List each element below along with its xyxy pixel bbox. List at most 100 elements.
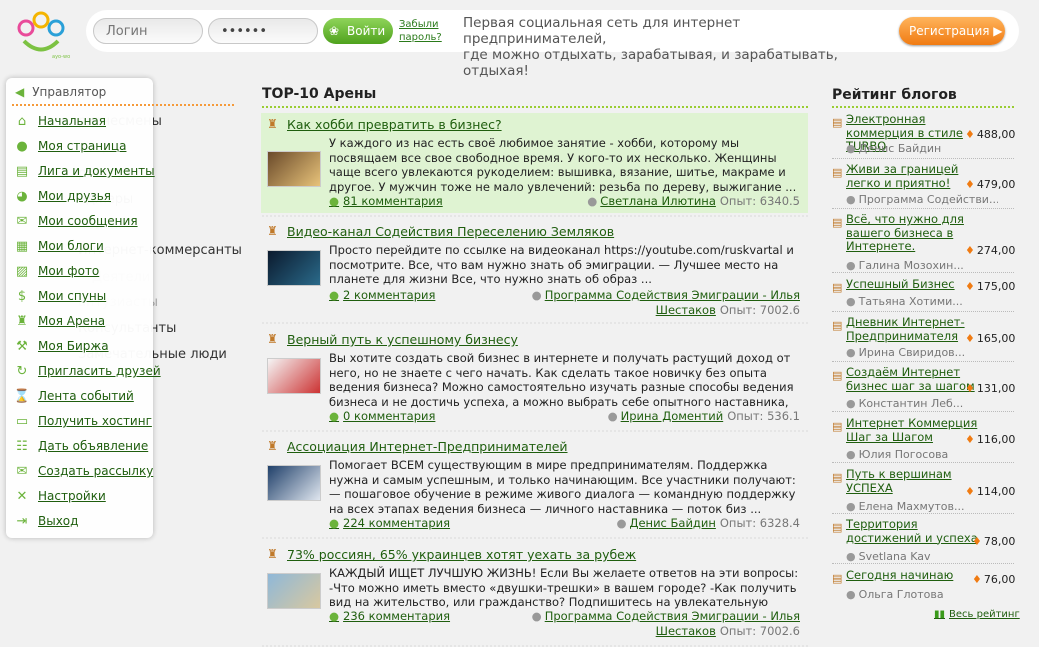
- author-experience: Опыт: 7002.6: [719, 303, 800, 317]
- blog-score-value: 274,00: [976, 244, 1016, 257]
- comments-count: 2 комментария: [343, 288, 436, 302]
- arena-item-excerpt: У каждого из нас есть своё любимое занят…: [329, 136, 797, 194]
- blog-author[interactable]: ● Галина Мозохин...: [846, 259, 998, 272]
- comments-link[interactable]: ● 2 комментария: [329, 288, 435, 302]
- arena-item-excerpt: Вы хотите создать свой бизнес в интернет…: [329, 351, 794, 409]
- arena-icon: ♜: [16, 313, 28, 329]
- site-logo[interactable]: ayo-world: [14, 8, 70, 60]
- menu-item[interactable]: ▨ Мои фото: [14, 262, 99, 280]
- blog-rating-item: ▤ Дневник Интернет-Предпринимателя ♦ 165,00…: [832, 315, 1015, 362]
- menu-item[interactable]: ✕ Настройки: [14, 487, 106, 505]
- flame-icon: ♦: [972, 573, 982, 586]
- comments-link[interactable]: ● 81 комментария: [329, 194, 443, 208]
- menu-title[interactable]: ◀ Управлятор: [15, 85, 106, 99]
- arena-item-thumbnail[interactable]: [267, 358, 321, 394]
- menu-item[interactable]: ↻ Пригласить друзей: [14, 362, 161, 380]
- tagline-line-1: Первая социальная сеть для интернет пред…: [463, 15, 741, 47]
- menu-item-label: Мои спуны: [38, 289, 107, 303]
- arena-item-excerpt: КАЖДЫЙ ИЩЕТ ЛУЧШУЮ ЖИЗНЬ! Если Вы желает…: [329, 566, 799, 609]
- arena-item-thumbnail[interactable]: [267, 465, 321, 501]
- blog-author-name: Ольга Глотова: [858, 588, 944, 601]
- arena-item-title[interactable]: Ассоциация Интернет-Предпринимателей: [287, 439, 568, 454]
- blog-score: ♦ 131,00: [965, 382, 1015, 395]
- author-name[interactable]: Светлана Илютина: [600, 194, 716, 208]
- login-button-label: Войти: [347, 24, 386, 38]
- arena-separator: [262, 322, 808, 324]
- menu-item-label: Мои сообщения: [38, 214, 138, 228]
- menu-item[interactable]: ♜ Моя Арена: [14, 312, 105, 330]
- menu-item[interactable]: ✉ Создать рассылку: [14, 462, 154, 480]
- author-name[interactable]: Денис Байдин: [629, 516, 715, 530]
- arena-item-thumbnail[interactable]: [267, 573, 321, 609]
- announce-icon: ☷: [16, 438, 28, 454]
- arena-item-title[interactable]: Как хобби превратить в бизнес?: [287, 117, 502, 132]
- blog-score: ♦ 116,00: [965, 433, 1015, 446]
- menu-item[interactable]: ⇥ Выход: [14, 512, 79, 530]
- blog-author[interactable]: ● Программа Содействи...: [846, 193, 998, 206]
- blog-author-name: Галина Мозохин...: [858, 259, 964, 272]
- arena-separator: [262, 215, 808, 217]
- menu-item[interactable]: ⌂ Начальная: [14, 112, 106, 130]
- arena-item: ♜ Ассоциация Интернет-Предпринимателей Пом…: [261, 435, 808, 535]
- blog-author[interactable]: ● Елена Махмутов...: [846, 500, 998, 513]
- blog-author[interactable]: ● Svetlana Kav: [846, 550, 998, 563]
- arena-item-excerpt: Помогает ВСЕМ существующим в мире предпр…: [329, 458, 796, 516]
- user-icon: ●: [16, 138, 28, 154]
- blog-author[interactable]: ● Ольга Глотова: [846, 588, 998, 601]
- menu-item[interactable]: ▦ Мои блоги: [14, 237, 104, 255]
- arrow-left-icon: ◀: [15, 85, 25, 99]
- login-button[interactable]: ❀ Войти: [323, 18, 393, 44]
- comments-count: 236 комментария: [343, 609, 451, 623]
- arena-item-thumbnail[interactable]: [267, 151, 321, 187]
- blog-author[interactable]: ● Денис Байдин: [846, 142, 998, 155]
- league-icon: ▤: [15, 163, 29, 179]
- arena-item-title[interactable]: Верный путь к успешному бизнесу: [287, 332, 518, 347]
- arena-item-thumbnail[interactable]: [267, 250, 321, 286]
- menu-item-label: Лига и документы: [38, 164, 155, 178]
- comment-bubble-icon: ●: [329, 409, 340, 423]
- blog-score: ♦ 76,00: [972, 573, 1015, 586]
- blog-icon: ▤: [832, 369, 843, 382]
- hammer-icon: ⚒: [16, 338, 28, 354]
- author-name[interactable]: Ирина Доментий: [621, 409, 724, 423]
- arena-item: ♜ 73% россиян, 65% украинцев хотят уехать…: [261, 543, 808, 643]
- blog-icon: ▤: [832, 216, 843, 229]
- blog-author[interactable]: ● Ирина Свиридов...: [846, 346, 998, 359]
- blog-score: ♦ 114,00: [965, 485, 1015, 498]
- mail-icon: ✉: [16, 463, 28, 479]
- menu-item[interactable]: ⚒ Моя Биржа: [14, 337, 108, 355]
- person-icon: ●: [531, 288, 542, 302]
- comments-link[interactable]: ● 224 комментария: [329, 516, 450, 530]
- comment-bubble-icon: ●: [329, 288, 340, 302]
- all-rating-link[interactable]: ▮▮ Весь рейтинг: [934, 609, 1020, 620]
- menu-title-label: Управлятор: [32, 85, 107, 99]
- menu-item[interactable]: ☷ Дать объявление: [14, 437, 148, 455]
- blog-author[interactable]: ● Константин Леб...: [846, 397, 998, 410]
- arena-item-title[interactable]: Видео-канал Содействия Переселению Земля…: [287, 224, 614, 239]
- author-name[interactable]: Программа Содействия Эмиграции - Илья: [545, 288, 800, 302]
- author-name-cont[interactable]: Шестаков: [656, 624, 716, 638]
- login-input[interactable]: [93, 18, 203, 44]
- forgot-password-link[interactable]: Забыли пароль?: [399, 18, 442, 44]
- author-name-cont[interactable]: Шестаков: [656, 303, 716, 317]
- blog-separator: [832, 272, 1014, 273]
- comments-link[interactable]: ● 0 комментария: [329, 409, 435, 423]
- menu-item[interactable]: ◕ Мои друзья: [14, 187, 111, 205]
- menu-item[interactable]: ▭ Получить хостинг: [14, 412, 152, 430]
- blog-author[interactable]: ● Татьяна Хотими...: [846, 295, 998, 308]
- person-icon: ●: [846, 448, 856, 461]
- arena-item-title[interactable]: 73% россиян, 65% украинцев хотят уехать …: [287, 547, 636, 562]
- register-button[interactable]: Регистрация ▶: [899, 17, 1005, 45]
- flame-icon: ♦: [965, 382, 975, 395]
- comments-link[interactable]: ● 236 комментария: [329, 609, 450, 623]
- blog-score: ♦ 274,00: [965, 244, 1015, 257]
- menu-item[interactable]: ⌛ Лента событий: [14, 387, 134, 405]
- author-name[interactable]: Программа Содействия Эмиграции - Илья: [545, 609, 800, 623]
- password-input[interactable]: [208, 18, 318, 44]
- menu-item[interactable]: ● Моя страница: [14, 137, 126, 155]
- menu-item[interactable]: ✉ Мои сообщения: [14, 212, 138, 230]
- blog-icon: ▤: [832, 281, 843, 294]
- menu-item[interactable]: ▤ Лига и документы: [14, 162, 155, 180]
- menu-item[interactable]: $ Мои спуны: [14, 287, 106, 305]
- blog-author[interactable]: ● Юлия Погосова: [846, 448, 998, 461]
